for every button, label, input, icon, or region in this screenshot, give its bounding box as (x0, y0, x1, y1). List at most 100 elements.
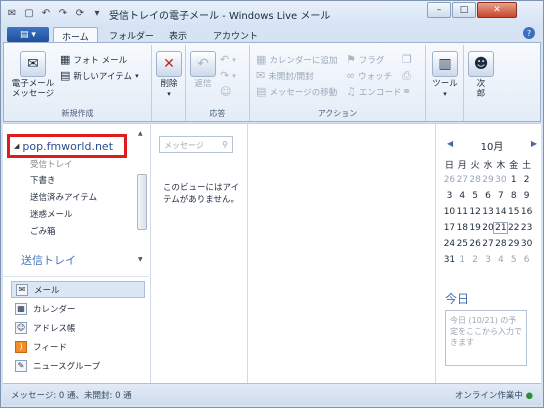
calendar-day[interactable]: 30 (520, 239, 533, 249)
calendar-day[interactable]: 13 (482, 207, 495, 217)
scroll-up-icon[interactable]: ▲ (138, 130, 143, 137)
calendar-day[interactable]: 4 (494, 255, 507, 265)
sync-icon[interactable]: ⟳ (73, 6, 87, 20)
nav-newsgroups[interactable]: ✎ ニュースグループ (11, 357, 145, 374)
calendar-day[interactable]: 12 (469, 207, 482, 217)
delete-button[interactable]: ✕ 削除 ▾ (154, 51, 184, 99)
close-button[interactable]: ✕ (477, 2, 517, 18)
calendar-day[interactable]: 27 (456, 175, 469, 185)
user-button[interactable]: ☻ 次 郎 (466, 51, 496, 99)
calendar-day[interactable]: 31 (443, 255, 456, 265)
calendar-day[interactable]: 5 (469, 191, 482, 201)
account-header[interactable]: ◢ pop.fmworld.net (7, 134, 127, 158)
tab-account[interactable]: アカウント (205, 27, 266, 43)
calendar-day[interactable]: 23 (520, 223, 533, 233)
forward-button[interactable]: ↷ ▾ (220, 69, 236, 82)
calendar-day[interactable]: 3 (443, 191, 456, 201)
calendar-day[interactable]: 24 (443, 239, 456, 249)
encode-button[interactable]: ♫ エンコード (346, 85, 401, 98)
calendar-day[interactable]: 14 (494, 207, 507, 217)
photo-mail-button[interactable]: ▦ フォト メール (60, 53, 127, 66)
nav-calendar[interactable]: ▦ カレンダー (11, 300, 145, 317)
calendar-day[interactable]: 29 (482, 175, 495, 185)
calendar-day[interactable]: 6 (520, 255, 533, 265)
calendar-day[interactable]: 7 (494, 191, 507, 201)
calendar-day[interactable]: 26 (469, 239, 482, 249)
folder-inbox[interactable]: 受信トレイ (30, 158, 73, 170)
unread-read-button[interactable]: ✉ 未開封/開封 (256, 69, 314, 82)
folder-trash[interactable]: ごみ箱 (30, 225, 56, 237)
folder-sent[interactable]: 送信済みアイテム (30, 191, 97, 203)
nav-feeds[interactable]: ) フィード (11, 338, 145, 355)
tab-folder[interactable]: フォルダー (101, 27, 162, 43)
nav-contacts[interactable]: ☺ アドレス帳 (11, 319, 145, 336)
calendar-day[interactable]: 6 (482, 191, 495, 201)
expand-triangle-icon[interactable]: ◢ (14, 142, 19, 150)
calendar-day[interactable]: 28 (469, 175, 482, 185)
scroll-down-icon[interactable]: ▼ (138, 256, 143, 263)
calendar-day[interactable]: 20 (482, 223, 495, 233)
calendar-day[interactable]: 28 (494, 239, 507, 249)
outbox-section[interactable]: 送信トレイ (21, 252, 76, 268)
calendar-day[interactable]: 22 (507, 223, 520, 233)
find-button[interactable]: ⚭ (402, 85, 411, 98)
reply-all-button[interactable]: ↶ ▾ (220, 53, 236, 66)
new-icon[interactable]: ▢ (22, 6, 36, 20)
calendar-day[interactable]: 11 (456, 207, 469, 217)
minimize-button[interactable]: – (427, 2, 451, 18)
new-item-button[interactable]: ▤ 新しいアイテム ▾ (60, 69, 139, 82)
reply-button[interactable]: ↶ 返信 (190, 51, 216, 89)
print-button[interactable]: ⎙ (402, 69, 411, 83)
calendar-day[interactable]: 8 (507, 191, 520, 201)
calendar-day[interactable]: 4 (456, 191, 469, 201)
calendar-day[interactable]: 17 (443, 223, 456, 233)
copy-button[interactable]: ❐ (402, 53, 412, 66)
tab-home[interactable]: ホーム (53, 27, 98, 43)
app-menu-icon[interactable]: ✉ (5, 6, 19, 20)
calendar-day[interactable]: 19 (469, 223, 482, 233)
next-month-icon[interactable]: ▶ (531, 139, 537, 153)
group-user: ☻ 次 郎 (464, 45, 498, 121)
calendar-day[interactable]: 26 (443, 175, 456, 185)
folder-scrollbar[interactable]: ▲ ▼ (137, 130, 147, 270)
calendar-day[interactable]: 16 (520, 207, 533, 217)
calendar-day[interactable]: 15 (507, 207, 520, 217)
forward-icon[interactable]: ↷ (56, 6, 70, 20)
calendar-day[interactable]: 30 (494, 175, 507, 185)
search-icon[interactable]: ⚲ (222, 140, 228, 149)
calendar-day[interactable]: 27 (482, 239, 495, 249)
calendar-day[interactable]: 9 (520, 191, 533, 201)
add-calendar-button[interactable]: ▦ カレンダーに追加 (256, 53, 337, 66)
maximize-button[interactable]: □ (452, 2, 476, 18)
reply-icon[interactable]: ↶ (39, 6, 53, 20)
calendar-day[interactable]: 25 (456, 239, 469, 249)
calendar-day[interactable]: 18 (456, 223, 469, 233)
nav-mail[interactable]: ✉ メール (11, 281, 145, 298)
search-input[interactable]: メッセージ ⚲ (159, 136, 233, 153)
help-icon[interactable]: ? (523, 27, 535, 39)
scroll-thumb[interactable] (137, 174, 147, 230)
watch-button[interactable]: ∞ ウォッチ (346, 69, 392, 82)
instant-message-button[interactable]: ☺ (220, 85, 231, 98)
folder-drafts[interactable]: 下書き (30, 174, 56, 186)
flag-button[interactable]: ⚑ フラグ (346, 53, 384, 66)
tab-view[interactable]: 表示 (161, 27, 195, 43)
calendar-day[interactable]: 1 (507, 175, 520, 185)
calendar-day[interactable]: 3 (482, 255, 495, 265)
email-message-button[interactable]: ✉ 電子メール メッセージ (10, 51, 56, 99)
flag-icon: ⚑ (346, 53, 356, 66)
calendar-day[interactable]: 1 (456, 255, 469, 265)
move-message-button[interactable]: ▤ メッセージの移動 (256, 85, 337, 98)
today-input[interactable]: 今日 (10/21) の予定をここから入力できます (445, 310, 527, 366)
calendar-day[interactable]: 21 (493, 222, 509, 234)
calendar-day[interactable]: 10 (443, 207, 456, 217)
file-menu-button[interactable]: ▤ ▾ (7, 27, 49, 42)
calendar-day[interactable]: 2 (469, 255, 482, 265)
calendar-day[interactable]: 29 (507, 239, 520, 249)
folder-junk[interactable]: 迷惑メール (30, 208, 73, 220)
prev-month-icon[interactable]: ◀ (447, 139, 453, 153)
tools-button[interactable]: ▥ ツール ▾ (429, 51, 461, 99)
calendar-day[interactable]: 2 (520, 175, 533, 185)
qat-dropdown-icon[interactable]: ▾ (90, 6, 104, 20)
calendar-day[interactable]: 5 (507, 255, 520, 265)
